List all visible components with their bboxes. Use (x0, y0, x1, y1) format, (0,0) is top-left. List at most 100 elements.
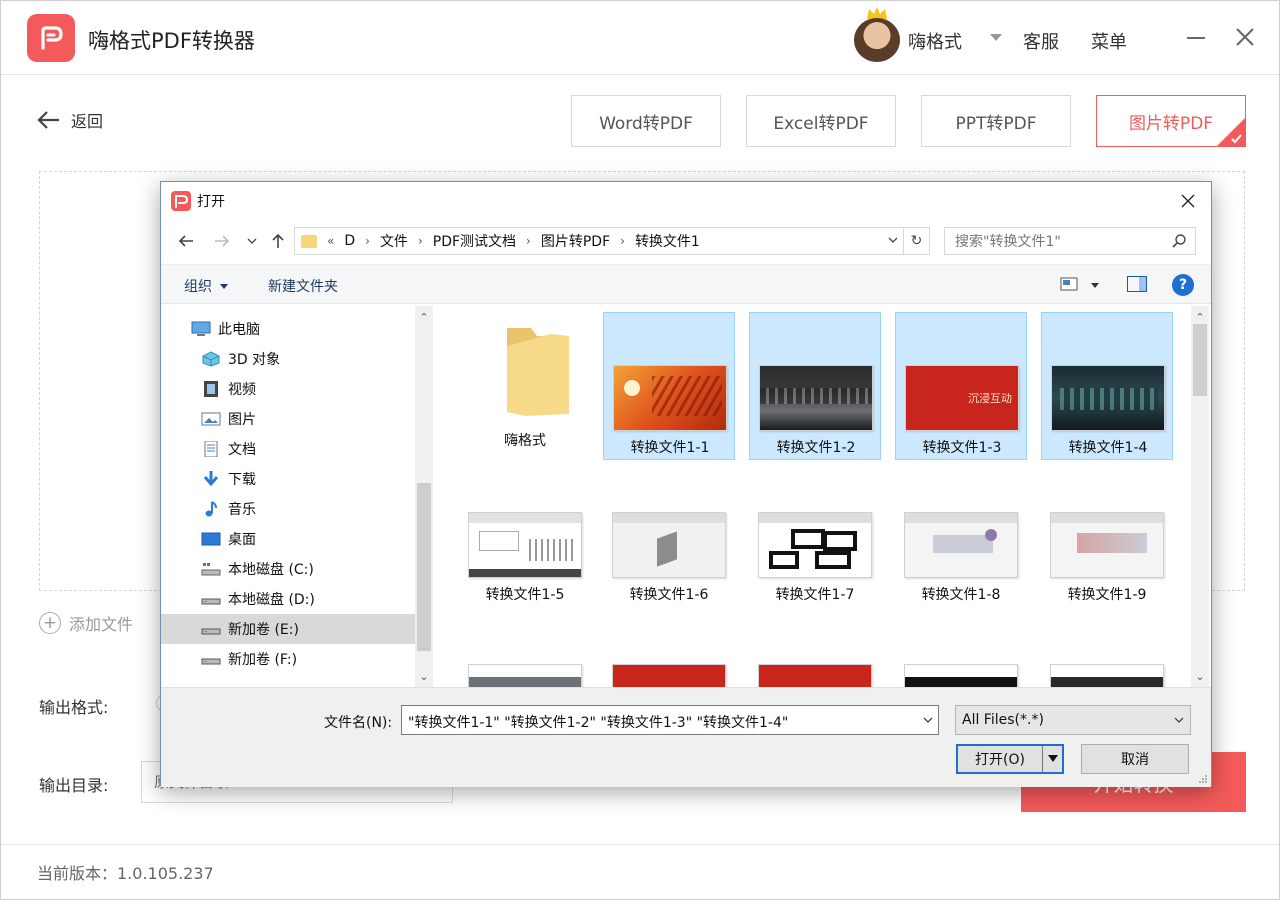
cancel-button[interactable]: 取消 (1081, 744, 1189, 774)
version-text: 当前版本：1.0.105.237 (37, 864, 214, 883)
scrollbar-thumb[interactable] (417, 483, 431, 651)
file-tile[interactable]: 转换文件1-4 (1041, 312, 1173, 460)
file-tile-folder[interactable]: 嗨格式 (459, 312, 591, 460)
nav-item-3d-objects[interactable]: 3D 对象 (161, 344, 415, 374)
file-tile[interactable]: 转换文件1-5 (459, 494, 591, 642)
refresh-icon[interactable]: ↻ (903, 228, 929, 254)
file-type-select[interactable]: All Files(*.*) (955, 705, 1191, 735)
change-view-icon[interactable] (1060, 277, 1078, 291)
breadcrumb-item[interactable]: PDF测试文档 (433, 231, 516, 251)
recent-locations-chevron-icon[interactable] (241, 230, 263, 252)
add-file-button[interactable]: + 添加文件 (39, 611, 133, 635)
file-tile[interactable]: 沉浸互动 转换文件1-3 (895, 312, 1027, 460)
arrow-left-icon (37, 111, 59, 129)
chevron-down-icon (1174, 717, 1184, 723)
drive-icon (201, 598, 221, 605)
output-dir-label: 输出目录: (39, 776, 109, 795)
resize-grip-icon[interactable] (1198, 774, 1208, 784)
new-folder-button[interactable]: 新建文件夹 (268, 276, 338, 296)
breadcrumb-separator-icon[interactable]: › (526, 234, 531, 248)
nav-item-documents[interactable]: 文档 (161, 434, 415, 464)
desktop-icon (201, 532, 221, 546)
nav-item-label: 此电脑 (218, 322, 260, 338)
file-tile[interactable]: 转换文件1-6 (603, 494, 735, 642)
thumbnail-image (612, 512, 726, 578)
file-tile[interactable]: 转换文件1-7 (749, 494, 881, 642)
breadcrumb-separator-icon[interactable]: › (365, 234, 370, 248)
search-input[interactable]: 搜索"转换文件1" (944, 227, 1196, 255)
nav-item-videos[interactable]: 视频 (161, 374, 415, 404)
back-button[interactable]: 返回 (37, 108, 103, 132)
organize-menu[interactable]: 组织 (184, 276, 228, 296)
nav-item-drive-c[interactable]: 本地磁盘 (C:) (161, 554, 415, 584)
thumbnail-image: 沉浸互动 (905, 365, 1019, 431)
breadcrumb-item[interactable]: 转换文件1 (635, 231, 700, 251)
thumbnail-image (1050, 512, 1164, 578)
customer-service-button[interactable]: 客服 (1023, 28, 1059, 54)
folder-icon (507, 328, 569, 416)
open-split-dropdown-icon[interactable] (1042, 746, 1062, 772)
thumbnail-image[interactable] (758, 664, 872, 687)
thumbnail-image (904, 512, 1018, 578)
nav-item-drive-f[interactable]: 新加卷 (F:) (161, 644, 415, 674)
nav-item-drive-d[interactable]: 本地磁盘 (D:) (161, 584, 415, 614)
user-name[interactable]: 嗨格式 (908, 28, 962, 54)
navigation-scrollbar[interactable]: ⌃ ⌄ (415, 306, 433, 687)
breadcrumb-separator-icon[interactable]: › (418, 234, 423, 248)
chevron-down-icon[interactable] (923, 715, 933, 725)
nav-item-pictures[interactable]: 图片 (161, 404, 415, 434)
close-icon[interactable] (1179, 192, 1197, 210)
chevron-down-icon[interactable] (887, 234, 899, 246)
search-placeholder: 搜索"转换文件1" (955, 234, 1061, 250)
thumbnail-image[interactable] (612, 664, 726, 687)
back-arrow-icon[interactable] (175, 230, 197, 252)
up-arrow-icon[interactable] (267, 230, 289, 252)
chevron-down-icon[interactable] (1091, 283, 1099, 288)
nav-item-drive-e[interactable]: 新加卷 (E:) (161, 614, 415, 644)
close-icon[interactable] (1234, 26, 1256, 48)
thumbnail-image[interactable] (904, 664, 1018, 687)
drive-icon (201, 658, 221, 665)
avatar[interactable] (854, 18, 900, 62)
chevron-down-icon[interactable] (990, 34, 1002, 41)
dialog-title-bar: 打开 (161, 182, 1211, 218)
nav-item-desktop[interactable]: 桌面 (161, 524, 415, 554)
minimize-icon[interactable] (1187, 37, 1205, 39)
scroll-up-icon[interactable]: ⌃ (415, 308, 433, 326)
breadcrumb-item[interactable]: 文件 (380, 231, 408, 251)
file-list-scrollbar[interactable]: ⌃ ⌄ (1191, 306, 1209, 687)
tab-image-to-pdf[interactable]: 图片转PDF (1096, 95, 1246, 147)
breadcrumb-overflow[interactable]: « (327, 234, 334, 248)
forward-arrow-icon[interactable] (211, 230, 233, 252)
scroll-down-icon[interactable]: ⌄ (1191, 667, 1209, 685)
nav-item-music[interactable]: 音乐 (161, 494, 415, 524)
tab-excel-to-pdf[interactable]: Excel转PDF (746, 95, 896, 147)
plus-icon: + (39, 612, 61, 634)
file-tile[interactable]: 转换文件1-9 (1041, 494, 1173, 642)
help-icon[interactable]: ? (1172, 274, 1194, 296)
breadcrumb-separator-icon[interactable]: › (620, 234, 625, 248)
app-title: 嗨格式PDF转换器 (88, 29, 255, 53)
cube-3d-icon (202, 351, 220, 367)
scrollbar-thumb[interactable] (1193, 324, 1207, 396)
breadcrumb-item[interactable]: 图片转PDF (541, 231, 610, 251)
drive-icon (201, 628, 221, 635)
tab-word-to-pdf[interactable]: Word转PDF (571, 95, 721, 147)
preview-pane-icon[interactable] (1127, 276, 1147, 292)
thumbnail-image[interactable] (1050, 664, 1164, 687)
menu-button[interactable]: 菜单 (1091, 28, 1127, 54)
scroll-down-icon[interactable]: ⌄ (415, 667, 433, 685)
address-bar[interactable]: « D › 文件 › PDF测试文档 › 图片转PDF › 转换文件1 ↻ (294, 227, 930, 255)
thumbnail-image[interactable] (468, 664, 582, 687)
nav-item-this-pc[interactable]: 此电脑 (161, 314, 415, 344)
tab-ppt-to-pdf[interactable]: PPT转PDF (921, 95, 1071, 147)
open-button[interactable]: 打开(O) (956, 744, 1064, 774)
document-icon (204, 441, 218, 457)
breadcrumb-item[interactable]: D (344, 233, 355, 249)
filename-input[interactable]: "转换文件1-1" "转换文件1-2" "转换文件1-3" "转换文件1-4" (401, 705, 939, 735)
nav-item-downloads[interactable]: 下载 (161, 464, 415, 494)
file-tile[interactable]: 转换文件1-1 (603, 312, 735, 460)
file-tile[interactable]: 转换文件1-2 (749, 312, 881, 460)
file-tile[interactable]: 转换文件1-8 (895, 494, 1027, 642)
chevron-down-icon (220, 283, 228, 289)
